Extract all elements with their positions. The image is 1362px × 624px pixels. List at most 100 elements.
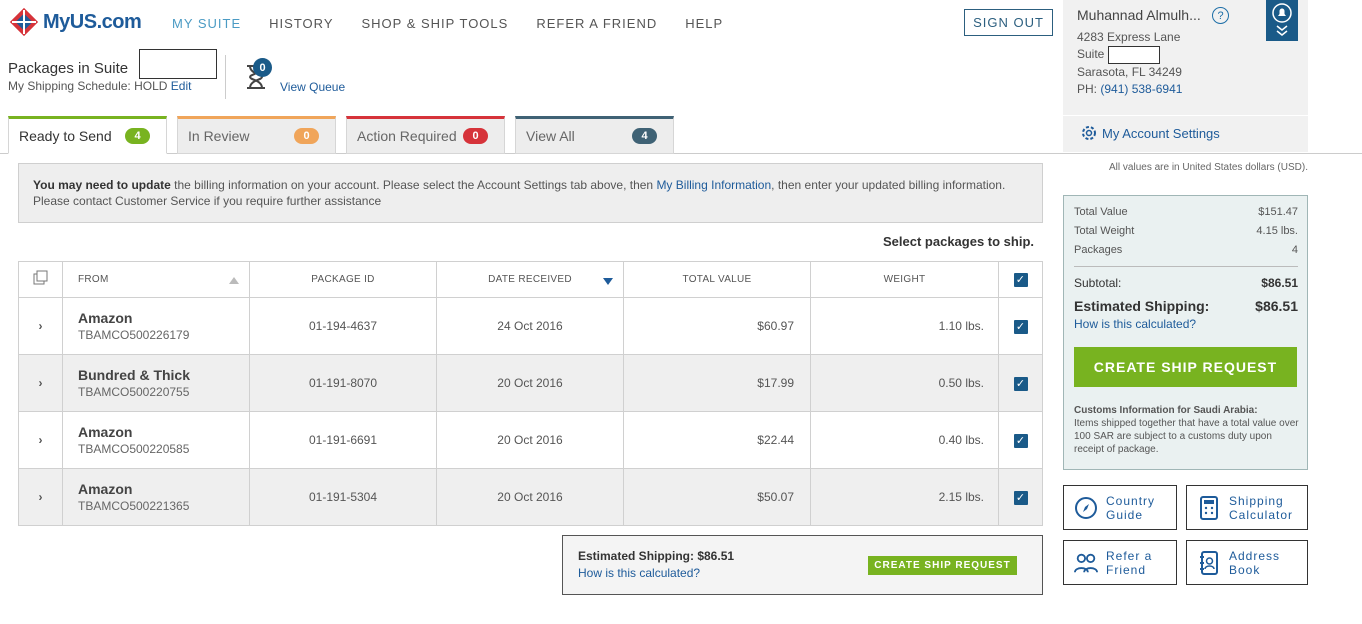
row-checkbox[interactable]: ✓: [1013, 376, 1028, 391]
select-all-header[interactable]: ✓: [998, 261, 1043, 298]
row-checkbox[interactable]: ✓: [1013, 490, 1028, 505]
line1: Shipping: [1229, 493, 1284, 508]
line2: Friend: [1106, 562, 1147, 577]
line1: Country: [1106, 493, 1156, 508]
value-cell: $60.97: [623, 297, 811, 355]
expand-row-chevron-icon[interactable]: ›: [18, 411, 63, 469]
schedule-edit-link[interactable]: Edit: [171, 79, 192, 93]
label: Total Value: [1074, 206, 1128, 218]
line2: Book: [1229, 562, 1261, 577]
customs-title: Customs Information for Saudi Arabia:: [1074, 405, 1258, 416]
label: Total Weight: [1074, 225, 1135, 237]
sign-out-button[interactable]: SIGN OUT: [964, 9, 1053, 36]
expand-row-chevron-icon[interactable]: ›: [18, 354, 63, 412]
from-cell: Bundred & Thick TBAMCO500220755: [62, 354, 250, 412]
merchant-name: Amazon: [78, 424, 133, 440]
nav-help[interactable]: HELP: [685, 16, 723, 31]
myus-logo[interactable]: MyUS.com: [8, 6, 142, 38]
logo-diamond-icon: [9, 7, 39, 37]
refer-a-friend-button[interactable]: Refer a Friend: [1063, 540, 1177, 585]
account-divider: [1063, 115, 1308, 116]
tab-count-badge: 0: [463, 128, 488, 144]
tab-action-required[interactable]: Action Required 0: [346, 116, 505, 154]
from-cell: Amazon TBAMCO500220585: [62, 411, 250, 469]
account-settings-label: My Account Settings: [1102, 125, 1220, 141]
line1: Refer a: [1106, 548, 1153, 563]
quick-link-label: Refer a Friend: [1106, 549, 1152, 577]
notifications-toggle[interactable]: [1266, 0, 1298, 41]
bottom-estimated-shipping: Estimated Shipping: $86.51: [578, 549, 735, 563]
date-received-column-header[interactable]: DATE RECEIVED: [436, 261, 624, 298]
suite-label: Suite: [1077, 47, 1105, 62]
queue-count-badge: 0: [253, 58, 272, 77]
package-id-header-label: PACKAGE ID: [311, 274, 375, 285]
package-id-column-header[interactable]: PACKAGE ID: [249, 261, 437, 298]
country-guide-button[interactable]: Country Guide: [1063, 485, 1177, 530]
tab-view-all[interactable]: View All 4: [515, 116, 674, 154]
create-ship-request-button[interactable]: CREATE SHIP REQUEST: [1074, 347, 1297, 387]
gear-icon: [1082, 126, 1096, 140]
label: Estimated Shipping:: [1074, 298, 1210, 314]
bottom-create-ship-request-button[interactable]: CREATE SHIP REQUEST: [868, 556, 1017, 575]
label: Subtotal:: [1074, 276, 1122, 290]
summary-total-value: Total Value $151.47: [1074, 206, 1298, 218]
address-book-button[interactable]: Address Book: [1186, 540, 1308, 585]
table-row: › Amazon TBAMCO500226179 01-194-4637 24 …: [18, 297, 1043, 355]
quick-link-label: Country Guide: [1106, 494, 1155, 522]
value-cell: $50.07: [623, 468, 811, 526]
date-cell: 20 Oct 2016: [436, 354, 624, 412]
table-row: › Bundred & Thick TBAMCO500220755 01-191…: [18, 354, 1043, 412]
value: $151.47: [1258, 206, 1298, 218]
tracking-number: TBAMCO500221365: [78, 499, 190, 513]
shipping-schedule: My Shipping Schedule: HOLD Edit: [8, 79, 191, 93]
shipping-calculator-button[interactable]: Shipping Calculator: [1186, 485, 1308, 530]
schedule-text: My Shipping Schedule: HOLD: [8, 79, 168, 93]
tab-in-review[interactable]: In Review 0: [177, 116, 336, 154]
weight-cell: 0.50 lbs.: [810, 354, 999, 412]
expand-all-header[interactable]: [18, 261, 63, 298]
summary-subtotal: Subtotal: $86.51: [1074, 276, 1298, 290]
nav-my-suite[interactable]: MY SUITE: [172, 16, 241, 31]
from-header-label: FROM: [78, 274, 109, 285]
summary-divider: [1074, 266, 1298, 267]
tracking-number: TBAMCO500220585: [78, 442, 190, 456]
total-value-column-header[interactable]: TOTAL VALUE: [623, 261, 811, 298]
nav-shop-ship-tools[interactable]: SHOP & SHIP TOOLS: [362, 16, 509, 31]
summary-estimated-shipping: Estimated Shipping: $86.51: [1074, 298, 1298, 314]
summary-total-weight: Total Weight 4.15 lbs.: [1074, 225, 1298, 237]
expand-row-chevron-icon[interactable]: ›: [18, 468, 63, 526]
bottom-how-calculated-link[interactable]: How is this calculated?: [578, 566, 700, 580]
nav-history[interactable]: HISTORY: [269, 16, 333, 31]
tab-label: Ready to Send: [19, 128, 112, 144]
select-packages-label: Select packages to ship.: [883, 234, 1035, 249]
weight-column-header[interactable]: WEIGHT: [810, 261, 999, 298]
from-cell: Amazon TBAMCO500226179: [62, 297, 250, 355]
currency-note: All values are in United States dollars …: [1109, 162, 1308, 173]
summary-how-calculated-link[interactable]: How is this calculated?: [1074, 317, 1298, 331]
expand-row-chevron-icon[interactable]: ›: [18, 297, 63, 355]
account-settings-link[interactable]: My Account Settings: [1080, 124, 1220, 142]
account-name: Muhannad Almulh...: [1077, 7, 1201, 23]
table-row: › Amazon TBAMCO500221365 01-191-5304 20 …: [18, 468, 1043, 526]
view-queue-link[interactable]: View Queue: [280, 80, 345, 94]
phone-link[interactable]: (941) 538-6941: [1100, 82, 1182, 96]
tracking-number: TBAMCO500226179: [78, 328, 190, 342]
select-all-checkbox[interactable]: ✓: [1013, 272, 1028, 287]
value: $86.51: [1261, 276, 1298, 290]
row-checkbox[interactable]: ✓: [1013, 433, 1028, 448]
row-checkbox[interactable]: ✓: [1013, 319, 1028, 334]
tab-ready-to-send[interactable]: Ready to Send 4: [8, 116, 167, 154]
billing-information-link[interactable]: My Billing Information: [656, 178, 771, 192]
suite-number-redacted-box: [139, 49, 217, 79]
bell-icon: [1272, 3, 1292, 23]
customs-text: Items shipped together that have a total…: [1074, 418, 1299, 455]
billing-notice: You may need to update the billing infor…: [18, 163, 1043, 223]
double-chevron-down-icon: [1276, 25, 1288, 36]
question-icon[interactable]: ?: [1212, 7, 1229, 24]
nav-refer-a-friend[interactable]: REFER A FRIEND: [536, 16, 657, 31]
sort-up-icon: [229, 277, 239, 284]
table-header-row: FROM PACKAGE ID DATE RECEIVED TOTAL VALU…: [18, 261, 1043, 298]
main-nav: MY SUITE HISTORY SHOP & SHIP TOOLS REFER…: [172, 16, 751, 31]
from-column-header[interactable]: FROM: [62, 261, 250, 298]
address-city: Sarasota, FL 34249: [1077, 65, 1182, 79]
